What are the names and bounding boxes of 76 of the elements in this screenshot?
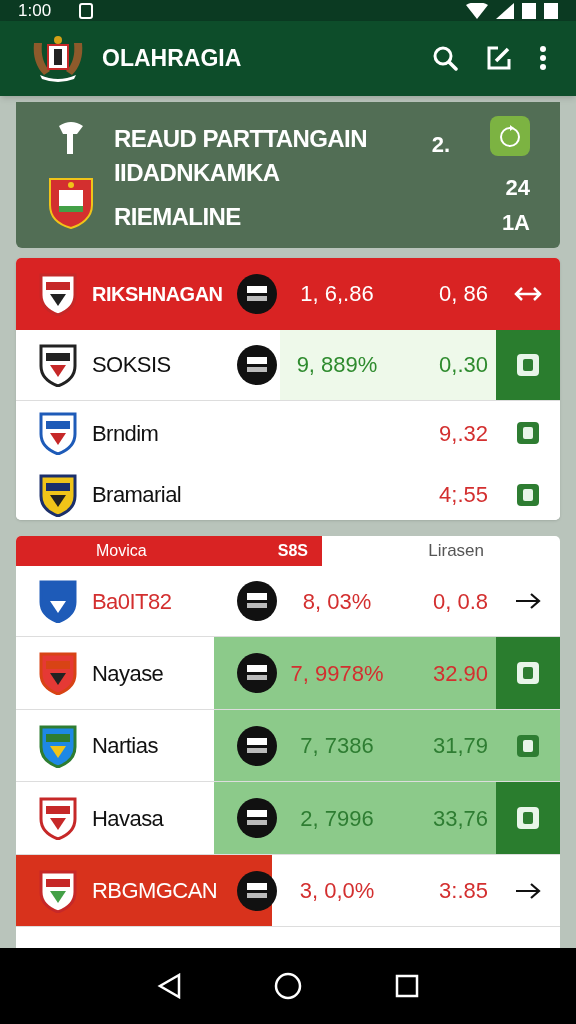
status-time: 1:00 — [18, 2, 52, 20]
app-title: OLAHRAGIA — [102, 44, 242, 74]
wifi-icon — [466, 2, 488, 19]
list-row[interactable]: RIKSHNAGAN 1, 6,.86 0, 86 — [16, 257, 560, 330]
team-name: SOKSIS — [92, 351, 172, 380]
badge-icon — [516, 661, 540, 686]
shield-icon — [38, 342, 78, 387]
shield-icon — [38, 579, 78, 624]
value-text: 4;.55 — [438, 481, 488, 510]
badge-tile[interactable] — [496, 782, 560, 855]
list-row[interactable]: Bramarial 4;.55 — [16, 465, 560, 521]
shield-icon — [38, 472, 78, 517]
badge-icon — [516, 806, 540, 831]
value-text: 0,.30 — [438, 351, 488, 380]
list-row[interactable]: Nartias 7, 7386 31,79 — [16, 709, 560, 782]
header-tab[interactable]: Movica S8S — [16, 536, 322, 567]
search-icon[interactable] — [432, 45, 458, 72]
summary-value: 1A — [501, 208, 530, 237]
value-text: 8, 03% — [301, 587, 373, 616]
battery-icon — [522, 2, 536, 19]
list-row[interactable]: Brndim 9,.32 — [16, 399, 560, 466]
value-text: 9,.32 — [438, 419, 488, 448]
team-name: Nartias — [92, 732, 159, 761]
value-text: 0, 0.8 — [431, 587, 488, 616]
list-row[interactable]: SOKSIS 9, 889% 0,.30 — [16, 329, 560, 400]
value-text: 1, 6,.86 — [299, 280, 375, 309]
value-text: 31,79 — [431, 732, 488, 761]
arrow-right-icon[interactable] — [515, 592, 541, 611]
team-name: Havasa — [92, 804, 165, 833]
value-text: 0, 86 — [438, 280, 488, 309]
battery-icon — [544, 2, 558, 19]
notification-icon — [79, 2, 94, 19]
shield-icon — [47, 175, 95, 230]
team-name: RBGMGCAN — [92, 877, 219, 906]
refresh-icon — [490, 115, 530, 156]
team-name: Ba0IT82 — [92, 587, 173, 616]
team-name: Brndim — [92, 419, 160, 448]
shield-icon — [38, 723, 78, 768]
list-row[interactable]: Havasa 2, 7996 33,76 — [16, 781, 560, 855]
home-icon[interactable] — [274, 972, 302, 1000]
badge-icon — [516, 352, 540, 377]
value-text: 9, 889% — [295, 351, 379, 380]
badge-tile[interactable] — [496, 329, 560, 400]
shield-icon — [38, 868, 78, 913]
value-text: 3:.85 — [438, 877, 488, 906]
signal-icon — [496, 2, 514, 19]
team-name: Nayase — [92, 659, 165, 688]
edit-icon[interactable] — [486, 45, 512, 72]
back-icon[interactable] — [156, 973, 181, 999]
list-row[interactable]: Nayase 7, 9978% 32.90 — [16, 636, 560, 710]
badge-tile[interactable] — [496, 637, 560, 710]
column-label: Lirasen — [428, 540, 484, 563]
swap-icon[interactable] — [514, 284, 542, 303]
shield-icon — [38, 796, 78, 841]
value-text: 33,76 — [431, 804, 488, 833]
value-text: 2, 7996 — [299, 804, 375, 833]
more-icon[interactable] — [540, 46, 546, 71]
value-text: 32.90 — [431, 659, 488, 688]
list-row[interactable]: RBGMGCAN 3, 0,0% 3:.85 — [16, 854, 560, 927]
team-name: RIKSHNAGAN — [92, 281, 224, 307]
summary-text: REAUD PARTTANGAIN — [114, 123, 367, 154]
summary-text: IIDADNKAMKA — [114, 157, 281, 188]
value-text: 3, 0,0% — [298, 877, 376, 906]
recents-icon[interactable] — [395, 974, 420, 998]
team-name: Bramarial — [92, 481, 183, 510]
arrow-right-icon[interactable] — [515, 881, 541, 900]
summary-text: RIEMALINE — [114, 201, 242, 232]
summary-value: 2. — [431, 130, 450, 159]
shield-icon — [38, 411, 78, 456]
value-text: 7, 7386 — [299, 732, 375, 761]
shield-icon — [38, 271, 78, 316]
summary-value: 24 — [505, 173, 530, 202]
tab-label: Movica — [96, 541, 147, 562]
value-text: 7, 9978% — [289, 659, 385, 688]
shield-icon — [38, 651, 78, 696]
tab-value: S8S — [277, 541, 308, 562]
